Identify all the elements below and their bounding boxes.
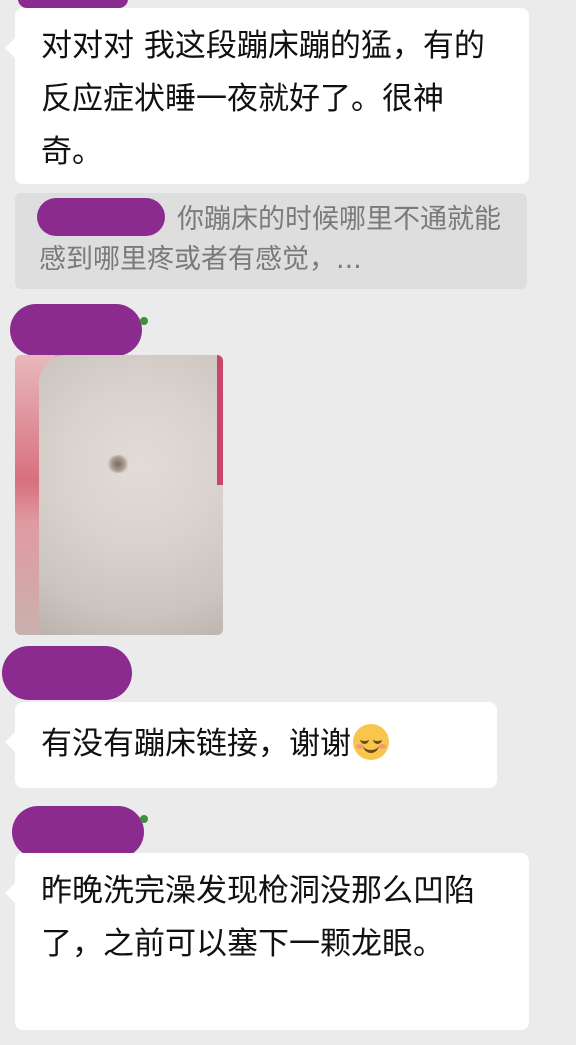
redacted-sender bbox=[12, 806, 144, 858]
quoted-message[interactable]: 你蹦床的时候哪里不通就能感到哪里疼或者有感觉，... bbox=[15, 193, 527, 289]
right-edge-pink bbox=[217, 355, 223, 485]
status-dot bbox=[140, 815, 148, 823]
message-bubble[interactable]: 对对对 我这段蹦床蹦的猛，有的反应症状睡一夜就好了。很神奇。 bbox=[5, 8, 529, 184]
status-dot bbox=[140, 317, 148, 325]
redacted-name bbox=[37, 198, 165, 236]
image-message[interactable] bbox=[15, 355, 223, 635]
mark bbox=[107, 455, 129, 473]
arm-skin bbox=[39, 355, 223, 635]
message-bubble[interactable]: 昨晚洗完澡发现枪洞没那么凹陷了，之前可以塞下一颗龙眼。 bbox=[5, 853, 529, 1030]
smiling-face-icon bbox=[353, 724, 389, 760]
message-text: 对对对 我这段蹦床蹦的猛，有的反应症状睡一夜就好了。很神奇。 bbox=[41, 28, 485, 170]
redacted-name bbox=[18, 0, 128, 8]
message-text: 有没有蹦床链接，谢谢 bbox=[41, 726, 351, 762]
redacted-sender bbox=[2, 646, 132, 700]
message-bubble[interactable]: 有没有蹦床链接，谢谢 bbox=[5, 702, 497, 788]
redacted-sender bbox=[10, 304, 142, 356]
message-text: 昨晚洗完澡发现枪洞没那么凹陷了，之前可以塞下一颗龙眼。 bbox=[41, 873, 475, 962]
